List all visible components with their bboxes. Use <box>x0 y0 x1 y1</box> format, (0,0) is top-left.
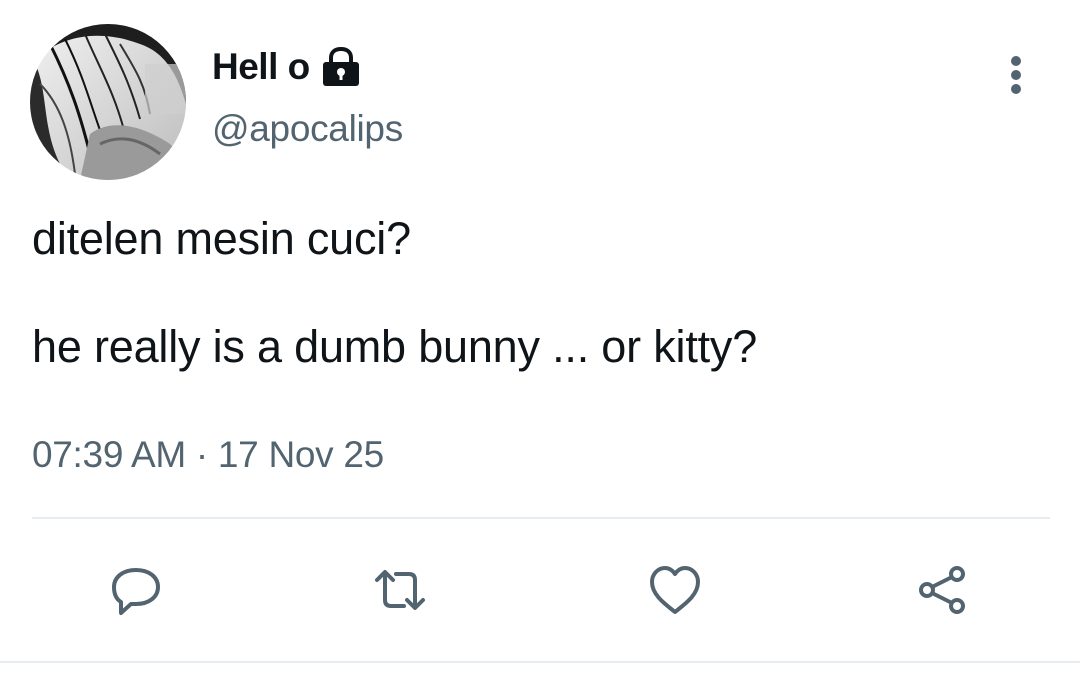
tweet-text-line: he really is a dumb bunny ... or kitty? <box>32 321 758 372</box>
retweet-button[interactable] <box>370 560 430 620</box>
author-name-row[interactable]: Hell o <box>212 42 362 92</box>
divider <box>32 517 1050 519</box>
more-vertical-icon <box>1011 56 1021 94</box>
avatar[interactable] <box>30 24 186 180</box>
tweet-timestamp[interactable]: 07:39 AM · 17 Nov 25 <box>32 434 384 476</box>
reply-button[interactable] <box>106 560 166 620</box>
author-handle[interactable]: @apocalips <box>212 108 403 150</box>
display-name[interactable]: Hell o <box>212 46 310 88</box>
divider <box>0 661 1080 663</box>
tweet-text-line: ditelen mesin cuci? <box>32 213 411 264</box>
tweet-text: ditelen mesin cuci? he really is a dumb … <box>32 212 757 374</box>
retweet-icon <box>375 570 425 610</box>
tweet-text-line <box>32 266 757 320</box>
lock-icon <box>320 46 362 87</box>
heart-icon <box>650 566 700 614</box>
avatar-photo <box>30 24 186 180</box>
reply-icon <box>112 568 160 615</box>
share-icon <box>919 566 965 614</box>
like-button[interactable] <box>645 560 705 620</box>
tweet-card: Hell o @apocalips ditelen mesin cuci? he… <box>0 0 1080 681</box>
share-button[interactable] <box>913 560 973 620</box>
more-options-button[interactable] <box>996 50 1036 100</box>
